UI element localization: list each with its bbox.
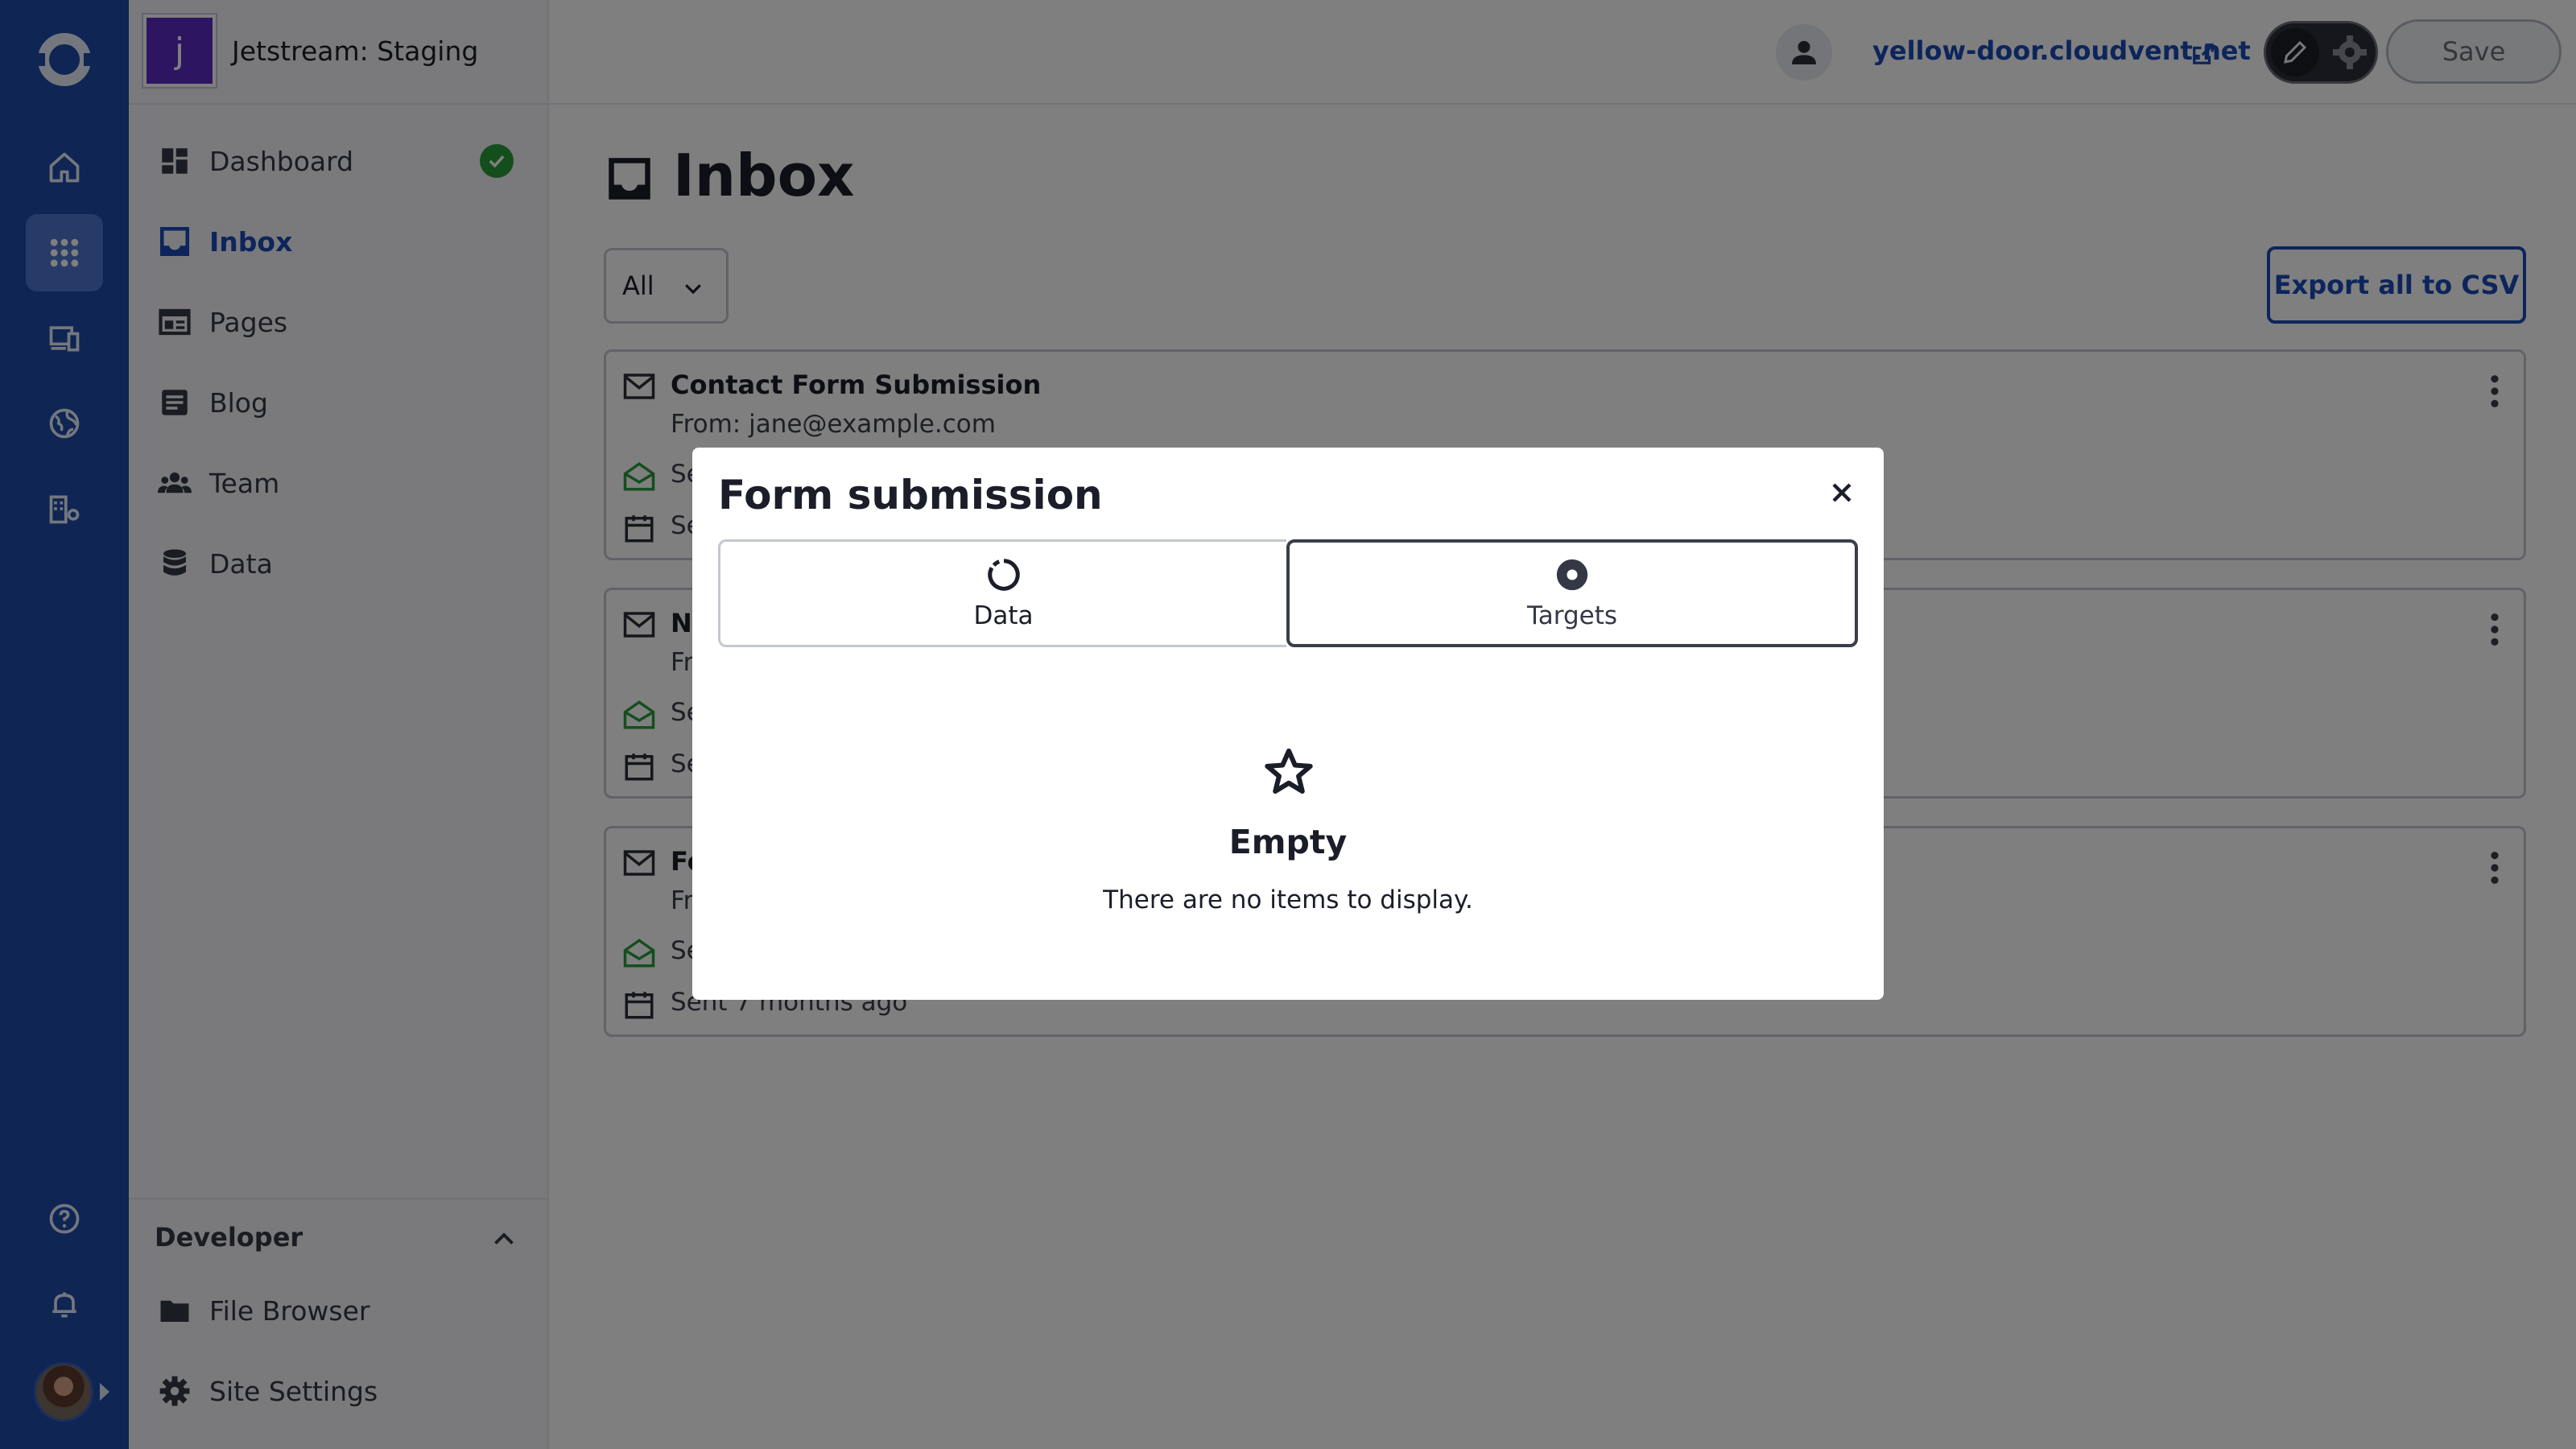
tab-label: Targets xyxy=(1526,601,1618,630)
tab-label: Data xyxy=(973,601,1034,630)
empty-state-title: Empty xyxy=(1228,823,1348,861)
empty-state-text: There are no items to display. xyxy=(1103,886,1473,914)
dialog-tabs: Data Targets xyxy=(718,539,1858,647)
star-icon xyxy=(1265,748,1313,794)
tab-data[interactable]: Data xyxy=(718,539,1286,647)
target-radio-icon xyxy=(1556,559,1588,591)
loading-spinner-icon xyxy=(987,559,1020,591)
form-submission-dialog: Form submission Data Targets Empty There… xyxy=(692,448,1884,1000)
dialog-title: Form submission xyxy=(718,472,1103,518)
tab-targets[interactable]: Targets xyxy=(1286,539,1858,647)
close-icon[interactable] xyxy=(1826,477,1858,509)
